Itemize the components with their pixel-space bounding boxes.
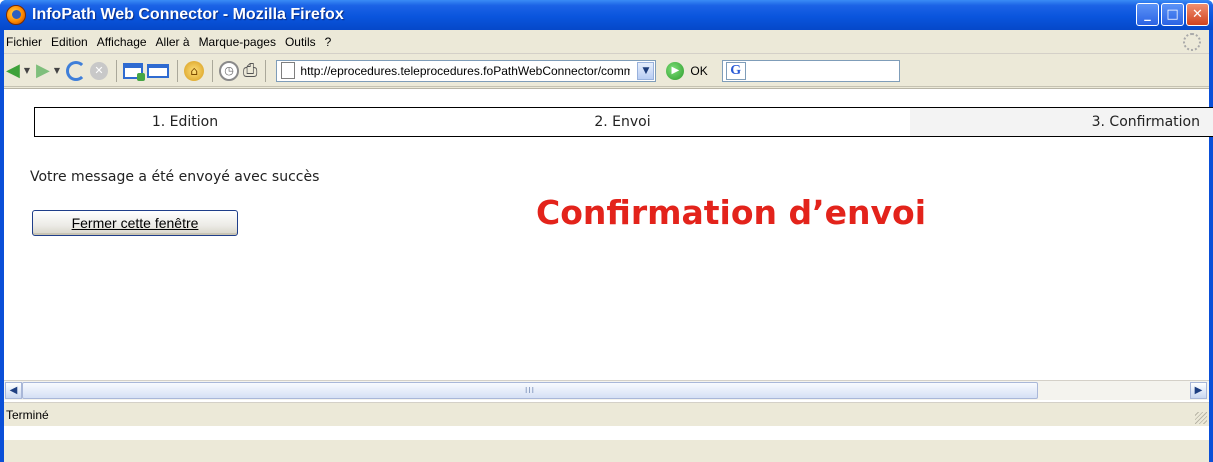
menu-aide[interactable]: ?	[325, 35, 341, 49]
scrollbar-thumb[interactable]: III	[22, 382, 1038, 399]
address-input[interactable]: http://eprocedures.teleprocedures.foPath…	[300, 64, 630, 78]
print-icon[interactable]: ⎙	[243, 60, 257, 81]
close-window-page-button-label: Fermer cette fenêtre	[71, 215, 199, 231]
stop-icon[interactable]: ✕	[90, 61, 108, 80]
new-window-icon[interactable]	[123, 62, 145, 81]
toolbar-separator	[177, 59, 178, 82]
menu-affichage[interactable]: Affichage	[97, 35, 156, 49]
new-tab-icon[interactable]	[147, 63, 169, 78]
success-message: Votre message a été envoyé avec succès	[30, 169, 320, 185]
go-icon[interactable]: ▶	[666, 61, 685, 80]
back-arrow-icon[interactable]: ◀	[6, 60, 20, 81]
activity-throbber-icon	[1183, 33, 1201, 51]
menu-edition[interactable]: Edition	[51, 35, 97, 49]
horizontal-scrollbar[interactable]: ◀ III ▶	[4, 380, 1209, 400]
menu-marque-pages[interactable]: Marque-pages	[199, 35, 285, 49]
reload-icon[interactable]	[66, 60, 86, 81]
step-confirmation: 3. Confirmation	[910, 108, 1213, 136]
forward-arrow-icon[interactable]: ▶	[36, 60, 50, 81]
google-search-engine-icon[interactable]: G	[725, 61, 746, 80]
browser-client-area: Fichier Edition Affichage Aller à Marque…	[4, 30, 1213, 462]
home-icon[interactable]: ⌂	[184, 60, 204, 81]
step-envoi: 2. Envoi	[594, 114, 651, 130]
browser-window: InfoPath Web Connector - Mozilla Firefox…	[0, 0, 1213, 462]
confirmation-heading: Confirmation d’envoi	[536, 193, 927, 232]
go-button-label[interactable]: OK	[690, 64, 707, 78]
scroll-left-arrow-icon[interactable]: ◀	[5, 382, 22, 399]
menu-bar: Fichier Edition Affichage Aller à Marque…	[4, 30, 1209, 54]
close-window-button[interactable]: ✕	[1186, 3, 1209, 26]
scroll-right-arrow-icon[interactable]: ▶	[1190, 382, 1207, 399]
toolbar-separator	[265, 59, 267, 82]
menu-fichier[interactable]: Fichier	[6, 35, 51, 49]
toolbar-separator	[212, 59, 213, 82]
status-bar: Terminé	[4, 402, 1209, 426]
back-dropdown-icon[interactable]: ▼	[24, 61, 30, 81]
close-window-page-button[interactable]: Fermer cette fenêtre	[32, 210, 238, 236]
step-edition: 1. Edition	[151, 114, 219, 130]
history-clock-icon[interactable]: ◷	[219, 60, 239, 81]
menu-aller-a[interactable]: Aller à	[156, 35, 199, 49]
resize-grip-icon[interactable]	[1195, 412, 1207, 424]
title-bar[interactable]: InfoPath Web Connector - Mozilla Firefox…	[0, 0, 1213, 30]
maximize-button[interactable]: □	[1161, 3, 1184, 26]
forward-dropdown-icon[interactable]: ▼	[54, 61, 60, 81]
firefox-logo-icon	[6, 5, 26, 25]
toolbar-separator	[116, 59, 117, 82]
window-controls: _ □ ✕	[1136, 3, 1209, 26]
address-dropdown-icon[interactable]: ▼	[637, 61, 655, 80]
step-progress-bar: 1. Edition 2. Envoi 3. Confirmation	[34, 107, 1213, 137]
menu-outils[interactable]: Outils	[285, 35, 325, 49]
navigation-toolbar: ◀ ▼ ▶ ▼ ✕ ⌂ ◷ ⎙ http://eprocedures.telep…	[4, 55, 1209, 87]
address-bar[interactable]: http://eprocedures.teleprocedures.foPath…	[276, 59, 657, 82]
page-icon	[281, 62, 296, 79]
status-text: Terminé	[6, 407, 49, 422]
search-box[interactable]: G	[721, 59, 900, 82]
minimize-button[interactable]: _	[1136, 3, 1159, 26]
window-title: InfoPath Web Connector - Mozilla Firefox	[32, 6, 344, 23]
